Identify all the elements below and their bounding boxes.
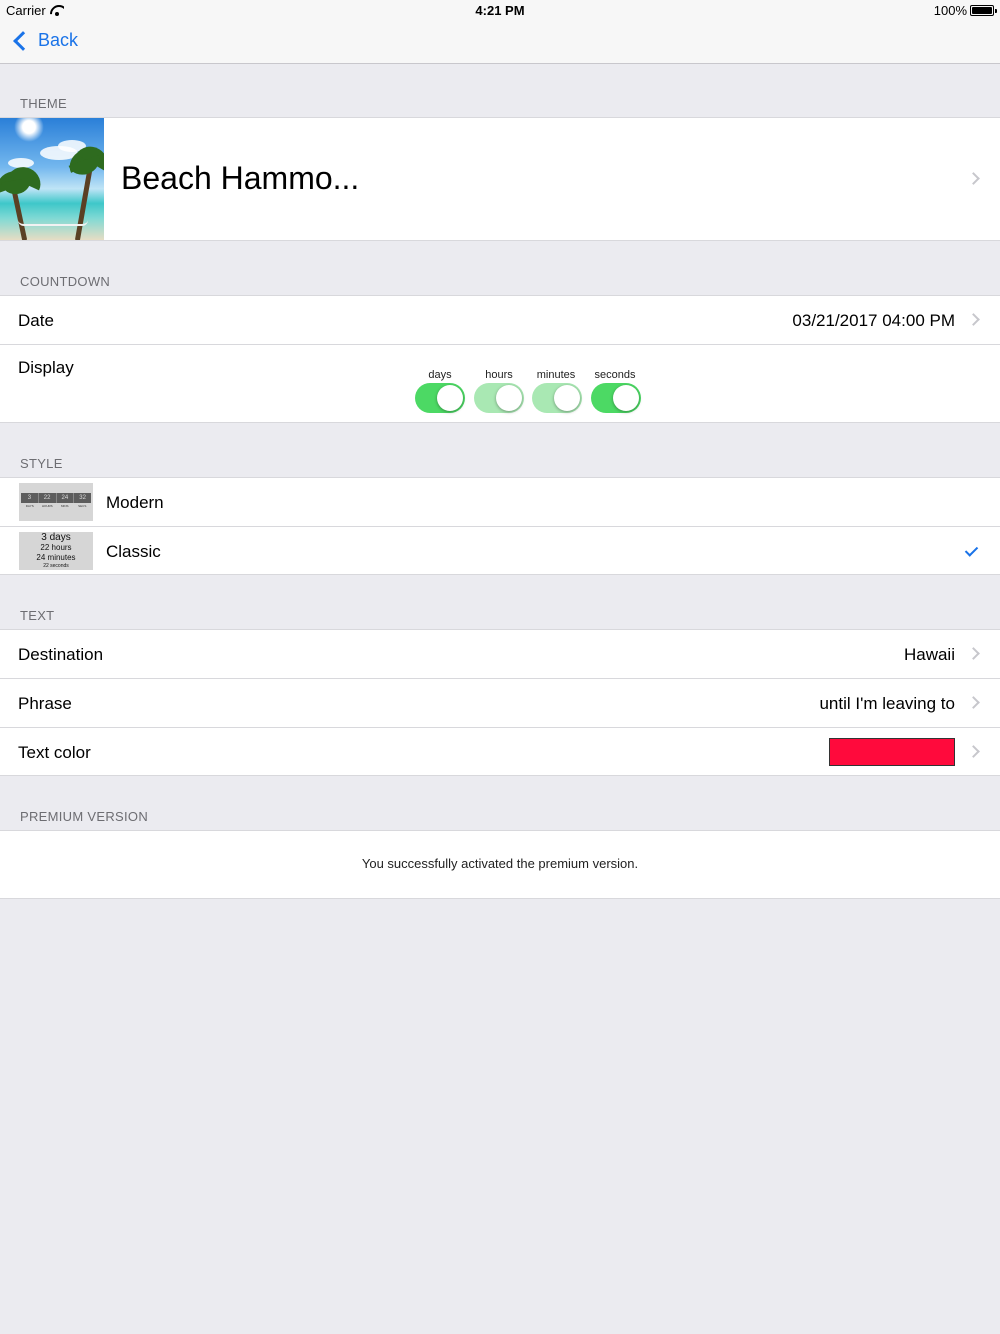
modern-thumb-value: 3 (21, 493, 39, 503)
minutes-switch[interactable] (532, 383, 582, 413)
hours-switch[interactable] (474, 383, 524, 413)
theme-row[interactable]: Beach Hammo... (0, 118, 1000, 240)
destination-row[interactable]: Destination Hawaii (0, 630, 1000, 679)
classic-thumb-line: 22 seconds (43, 563, 69, 569)
theme-group: Beach Hammo... (0, 117, 1000, 241)
chevron-right-icon (967, 172, 980, 185)
style-classic-label: Classic (106, 542, 161, 561)
classic-thumb-line: 3 days (41, 532, 71, 543)
premium-message: You successfully activated the premium v… (361, 856, 639, 871)
text-color-label: Text color (18, 743, 91, 762)
toggle-seconds-label: seconds (594, 369, 636, 381)
back-button[interactable]: Back (10, 30, 78, 51)
modern-thumb-value: 24 (57, 493, 75, 503)
premium-group: You successfully activated the premium v… (0, 830, 1000, 899)
classic-thumb-line: 22 hours (40, 543, 72, 552)
style-group: 3 22 24 32 DAYS HOURS MINS SECS Modern 3… (0, 477, 1000, 575)
text-group: Destination Hawaii Phrase until I'm leav… (0, 629, 1000, 776)
chevron-right-icon (967, 647, 980, 660)
back-label: Back (38, 30, 79, 50)
style-row-classic[interactable]: 3 days 22 hours 24 minutes 22 seconds Cl… (0, 527, 1000, 576)
theme-title: Beach Hammo... (121, 160, 360, 196)
modern-thumb-value: 22 (39, 493, 57, 503)
navigation-bar: Carrier 4:21 PM 100% Back (0, 0, 1000, 64)
countdown-group: Date 03/21/2017 04:00 PM Display days ho… (0, 295, 1000, 423)
theme-thumbnail (0, 118, 104, 240)
phrase-value: until I'm leaving to (819, 694, 955, 713)
battery-indicator: 100% (933, 3, 997, 18)
style-modern-label: Modern (106, 493, 164, 512)
date-label: Date (18, 311, 54, 330)
destination-value: Hawaii (903, 645, 955, 664)
status-bar: Carrier 4:21 PM 100% (0, 0, 1000, 22)
date-row[interactable]: Date 03/21/2017 04:00 PM (0, 296, 1000, 345)
battery-icon (970, 5, 997, 16)
toggle-minutes[interactable]: minutes (526, 369, 586, 413)
toggle-hours-label: hours (485, 369, 513, 381)
phrase-label: Phrase (18, 694, 72, 713)
seconds-switch[interactable] (591, 383, 641, 413)
chevron-right-icon (967, 696, 980, 709)
modern-thumb-unit: MINS (61, 504, 69, 508)
display-label: Display (18, 358, 74, 377)
classic-style-thumbnail: 3 days 22 hours 24 minutes 22 seconds (19, 532, 93, 570)
section-header-text: TEXT (20, 608, 55, 623)
phrase-row[interactable]: Phrase until I'm leaving to (0, 679, 1000, 728)
section-header-style: STYLE (20, 456, 63, 471)
text-color-row[interactable]: Text color (0, 728, 1000, 775)
days-switch[interactable] (415, 383, 465, 413)
chevron-left-icon (13, 30, 33, 51)
date-value: 03/21/2017 04:00 PM (792, 311, 955, 330)
toggle-days-label: days (428, 369, 452, 381)
destination-label: Destination (18, 645, 104, 664)
modern-thumb-unit: HOURS (41, 504, 53, 508)
checkmark-icon (964, 543, 979, 557)
classic-thumb-line: 24 minutes (36, 553, 76, 562)
modern-thumb-unit: SECS (78, 504, 87, 508)
modern-thumb-value: 32 (79, 495, 86, 501)
section-header-theme: THEME (20, 96, 67, 111)
style-row-modern[interactable]: 3 22 24 32 DAYS HOURS MINS SECS Modern (0, 478, 1000, 527)
chevron-right-icon (967, 745, 980, 758)
section-header-premium: PREMIUM VERSION (20, 809, 149, 824)
status-time: 4:21 PM (475, 3, 525, 18)
toggle-seconds[interactable]: seconds (588, 369, 642, 413)
battery-percent: 100% (933, 3, 967, 18)
chevron-right-icon (967, 313, 980, 326)
toggle-hours[interactable]: hours (474, 369, 524, 413)
display-row: Display days hours minutes seconds (0, 345, 1000, 422)
modern-style-thumbnail: 3 22 24 32 DAYS HOURS MINS SECS (19, 483, 93, 521)
modern-thumb-unit: DAYS (25, 504, 34, 508)
text-color-swatch (829, 738, 955, 766)
toggle-minutes-label: minutes (536, 369, 576, 381)
toggle-days[interactable]: days (415, 369, 465, 413)
section-header-countdown: COUNTDOWN (20, 274, 111, 289)
